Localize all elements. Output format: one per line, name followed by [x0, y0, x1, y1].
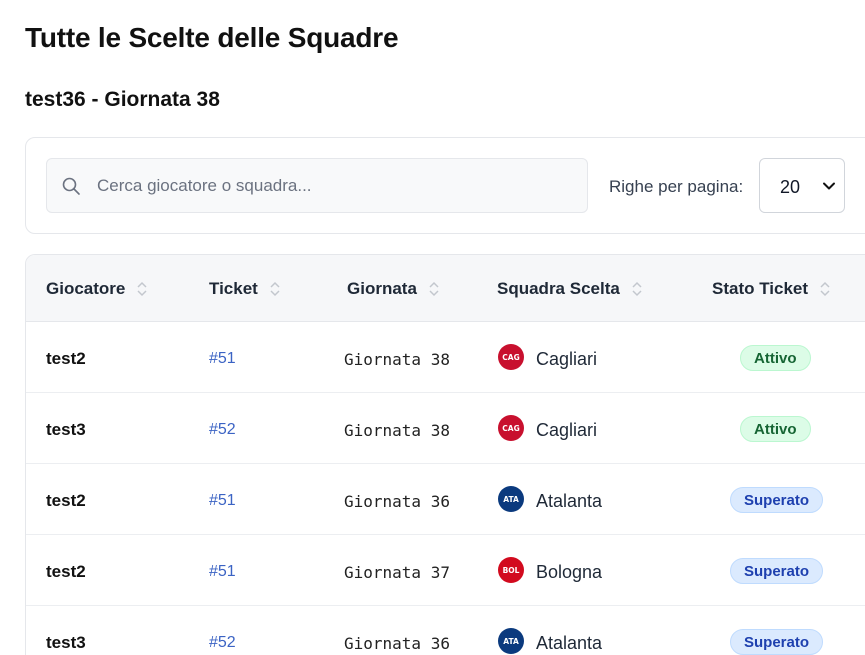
column-header-ticket[interactable]: Ticket: [209, 279, 282, 299]
team-name: Cagliari: [536, 420, 598, 440]
rows-per-page-value: 20: [780, 177, 801, 197]
filter-bar: Righe per pagina: 20: [25, 137, 865, 234]
sort-icon: [820, 281, 830, 297]
sort-icon: [137, 281, 147, 297]
player-name: test2: [46, 562, 86, 581]
picks-table: Giocatore Ticket Giornata Squadra Scelta…: [25, 254, 865, 655]
ticket-link[interactable]: #51: [209, 350, 236, 368]
team-logo-icon: CAG: [498, 344, 524, 370]
player-name: test3: [46, 420, 86, 439]
table-row: test2 #51 Giornata 37 BOL Bologna Supera…: [26, 535, 865, 606]
ticket-link[interactable]: #51: [209, 563, 236, 581]
team-logo-icon: ATA: [498, 486, 524, 512]
status-badge: Superato: [730, 629, 824, 655]
rows-per-page-label: Righe per pagina:: [609, 177, 744, 196]
table-row: test3 #52 Giornata 36 ATA Atalanta Super…: [26, 606, 865, 655]
status-badge: Attivo: [740, 345, 811, 371]
status-badge: Superato: [730, 487, 824, 513]
team-name: Cagliari: [536, 349, 598, 369]
round-cell: Giornata 38: [344, 350, 450, 369]
table-row: test3 #52 Giornata 38 CAG Cagliari Attiv…: [26, 393, 865, 464]
status-badge: Attivo: [740, 416, 811, 442]
search-input[interactable]: [97, 159, 577, 212]
team-logo-icon: BOL: [498, 557, 524, 583]
status-badge: Superato: [730, 558, 824, 584]
chevron-down-icon: [823, 182, 835, 190]
column-header-label: Squadra Scelta: [497, 279, 620, 298]
round-cell: Giornata 37: [344, 563, 450, 582]
ticket-link[interactable]: #52: [209, 421, 236, 439]
team-name: Bologna: [536, 562, 603, 582]
page-title: Tutte le Scelte delle Squadre: [25, 22, 399, 53]
table-row: test2 #51 Giornata 36 ATA Atalanta Super…: [26, 464, 865, 535]
ticket-link[interactable]: #51: [209, 492, 236, 510]
page-subtitle: test36 - Giornata 38: [25, 88, 220, 111]
column-header-label: Giornata: [347, 279, 417, 298]
column-header-stato[interactable]: Stato Ticket: [712, 279, 832, 299]
round-cell: Giornata 38: [344, 421, 450, 440]
column-header-giornata[interactable]: Giornata: [347, 279, 441, 299]
team-name: Atalanta: [536, 633, 603, 653]
round-cell: Giornata 36: [344, 492, 450, 511]
team-logo-icon: CAG: [498, 415, 524, 441]
rows-per-page-select[interactable]: 20: [759, 158, 845, 213]
search-icon: [62, 177, 80, 195]
column-header-label: Stato Ticket: [712, 279, 809, 298]
search-box[interactable]: [46, 158, 588, 213]
table-row: test2 #51 Giornata 38 CAG Cagliari Attiv…: [26, 322, 865, 393]
column-header-squadra[interactable]: Squadra Scelta: [497, 279, 644, 299]
team-logo-icon: ATA: [498, 628, 524, 654]
sort-icon: [429, 281, 439, 297]
player-name: test3: [46, 633, 86, 652]
player-name: test2: [46, 349, 86, 368]
sort-icon: [270, 281, 280, 297]
sort-icon: [632, 281, 642, 297]
player-name: test2: [46, 491, 86, 510]
column-header-label: Ticket: [209, 279, 258, 298]
column-header-giocatore[interactable]: Giocatore: [46, 279, 149, 299]
table-header: Giocatore Ticket Giornata Squadra Scelta…: [26, 255, 865, 322]
round-cell: Giornata 36: [344, 634, 450, 653]
column-header-label: Giocatore: [46, 279, 126, 298]
ticket-link[interactable]: #52: [209, 634, 236, 652]
team-name: Atalanta: [536, 491, 603, 511]
